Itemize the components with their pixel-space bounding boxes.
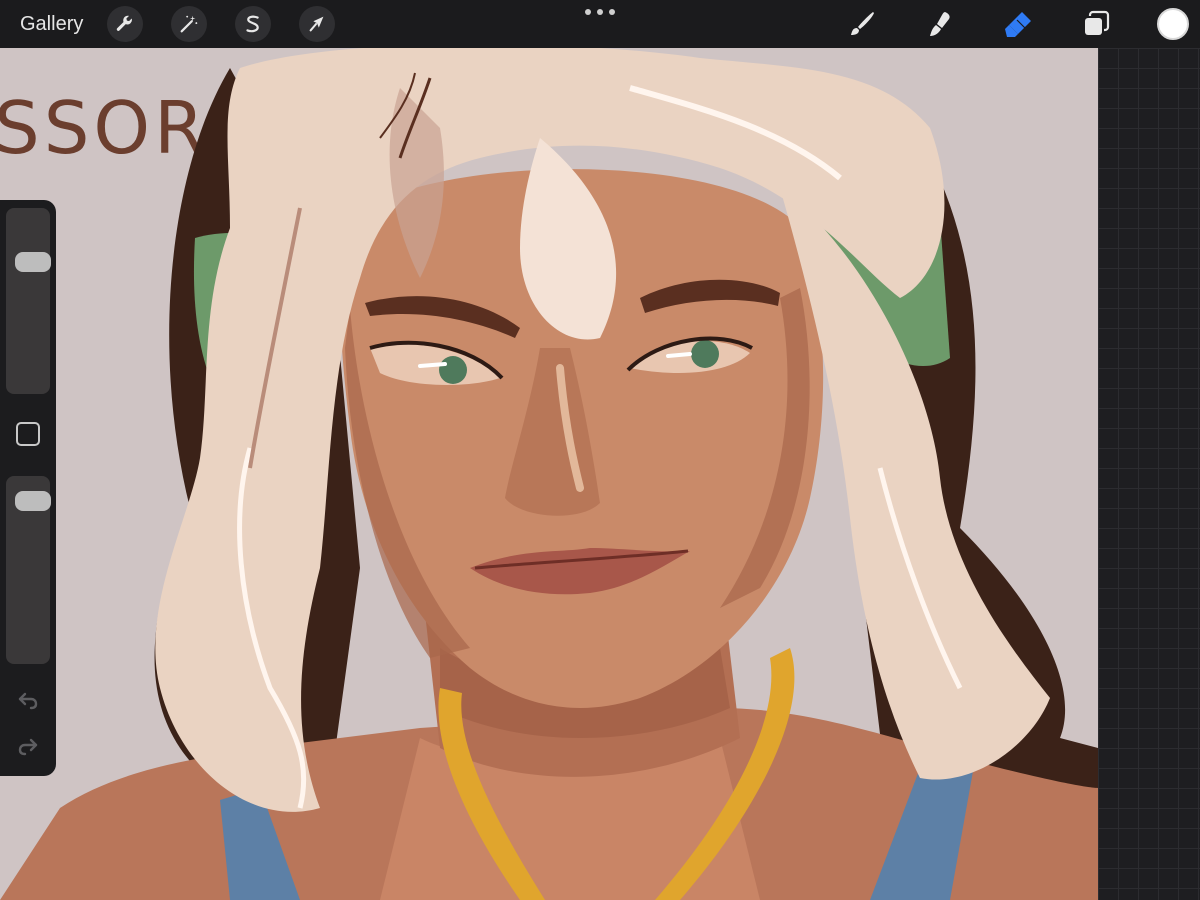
drawing-canvas[interactable]: SSOR (0, 48, 1098, 900)
undo-icon (18, 692, 38, 710)
portrait-artwork (0, 48, 1098, 900)
eraser-icon (1005, 12, 1031, 37)
redo-button[interactable] (14, 732, 42, 760)
smudge-tool-button[interactable] (922, 6, 958, 42)
magic-wand-icon (180, 15, 198, 33)
actions-wrench-button[interactable] (107, 6, 143, 42)
adjustments-wand-button[interactable] (171, 6, 207, 42)
color-picker-swatch[interactable] (1157, 8, 1189, 40)
layers-button[interactable] (1078, 6, 1114, 42)
smudge-icon (930, 12, 950, 36)
brush-icon (851, 12, 874, 35)
eraser-tool-button[interactable] (1000, 6, 1036, 42)
more-options-icon[interactable] (585, 8, 615, 16)
layers-icon (1085, 10, 1110, 35)
selection-button[interactable] (235, 6, 271, 42)
brush-size-knob[interactable] (15, 251, 51, 272)
undo-button[interactable] (14, 686, 42, 714)
transform-button[interactable] (299, 6, 335, 42)
wrench-icon (116, 15, 132, 31)
redo-icon (18, 738, 38, 756)
top-toolbar: Gallery (0, 0, 1200, 48)
brush-tool-button[interactable] (844, 6, 880, 42)
opacity-knob[interactable] (15, 491, 51, 512)
left-sidebar (0, 200, 56, 776)
selection-s-icon (246, 15, 259, 33)
opacity-slider[interactable] (6, 476, 51, 664)
brush-size-slider[interactable] (6, 208, 51, 394)
canvas-margin-grid (1098, 48, 1200, 900)
modify-button[interactable] (16, 422, 40, 446)
transform-arrow-icon (309, 16, 324, 32)
gallery-button[interactable]: Gallery (20, 12, 83, 36)
